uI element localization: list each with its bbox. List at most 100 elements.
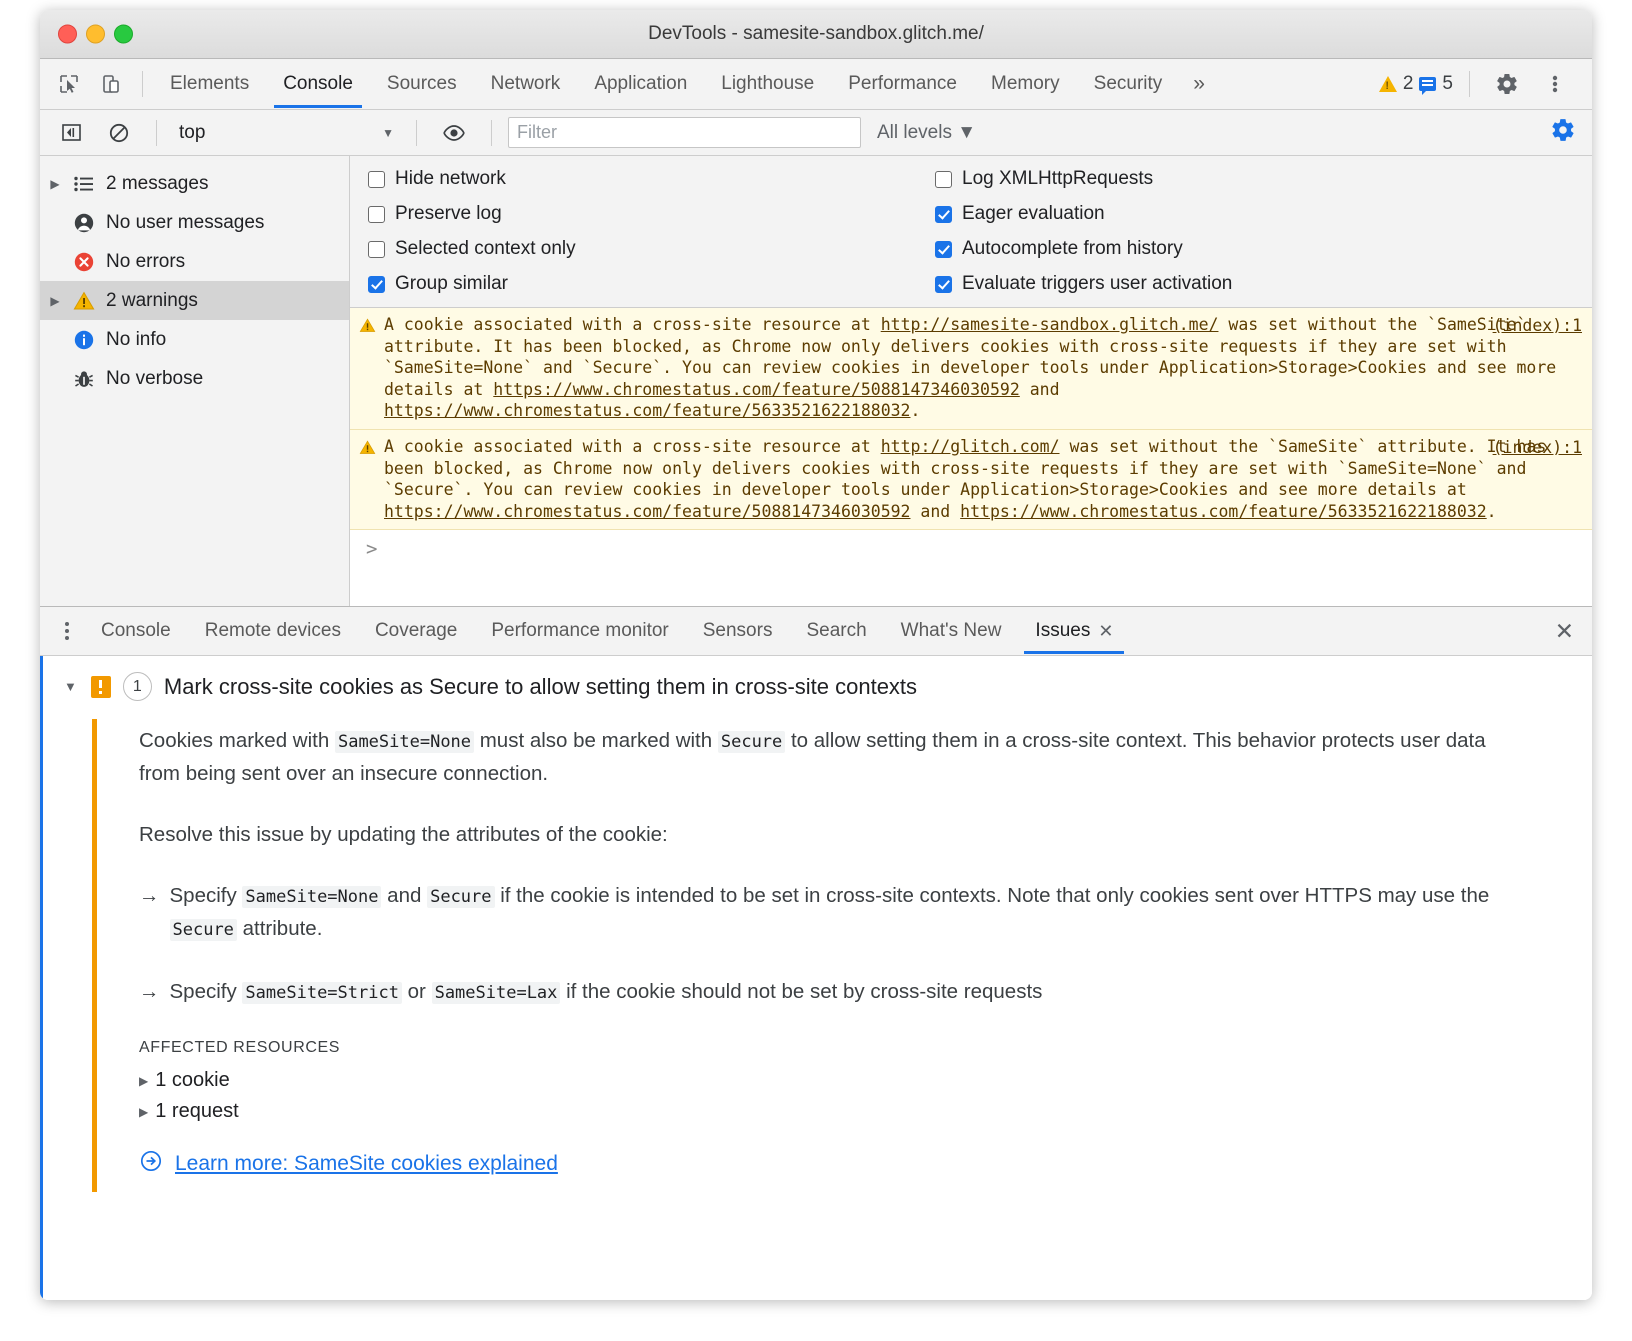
tab-performance[interactable]: Performance — [831, 60, 974, 108]
gear-icon[interactable] — [1486, 64, 1528, 104]
console-message-source-link[interactable]: (index):1 — [1493, 438, 1582, 457]
close-window-button[interactable] — [58, 25, 77, 44]
inline-code: Secure — [718, 731, 785, 753]
text-run: or — [402, 980, 432, 1003]
expand-triangle-icon[interactable]: ▶ — [48, 177, 62, 191]
console-link[interactable]: https://www.chromestatus.com/feature/563… — [384, 401, 911, 420]
close-tab-icon[interactable]: ✕ — [1098, 608, 1113, 654]
maximize-window-button[interactable] — [114, 25, 133, 44]
text-run: attribute. — [237, 917, 322, 940]
sidebar-item-warnings[interactable]: ▶ 2 warnings — [40, 281, 349, 320]
affected-resource-cookie[interactable]: ▶ 1 cookie — [139, 1069, 1592, 1092]
checkbox-box[interactable] — [935, 276, 952, 293]
issue-header[interactable]: ▼ 1 Mark cross-site cookies as Secure to… — [40, 672, 1592, 701]
filterbar-divider-1 — [156, 120, 157, 146]
console-link[interactable]: https://www.chromestatus.com/feature/563… — [960, 502, 1487, 521]
console-prompt[interactable]: > — [350, 530, 1592, 560]
tab-elements[interactable]: Elements — [153, 60, 266, 108]
tab-console[interactable]: Console — [266, 60, 370, 108]
external-link-circle-icon — [139, 1149, 163, 1178]
checkbox-selected-context-only[interactable]: Selected context only — [368, 238, 935, 260]
device-toolbar-icon[interactable] — [90, 64, 132, 104]
affected-resource-request[interactable]: ▶ 1 request — [139, 1100, 1592, 1123]
drawer-tab-console[interactable]: Console — [84, 608, 188, 654]
inline-code: Secure — [427, 886, 494, 908]
sidebar-item-errors[interactable]: ▶ No errors — [40, 242, 349, 281]
warning-icon — [72, 291, 96, 311]
learn-more-link[interactable]: Learn more: SameSite cookies explained — [139, 1149, 1592, 1178]
checkbox-log-xmlhttprequests[interactable]: Log XMLHttpRequests — [935, 168, 1232, 190]
checkbox-box[interactable] — [935, 241, 952, 258]
checkbox-eager-evaluation[interactable]: Eager evaluation — [935, 203, 1232, 225]
title-bar: DevTools - samesite-sandbox.glitch.me/ — [40, 10, 1592, 59]
checkbox-box[interactable] — [368, 241, 385, 258]
inspect-cursor-icon[interactable] — [48, 64, 90, 104]
checkbox-box[interactable] — [368, 276, 385, 293]
checkbox-box[interactable] — [368, 206, 385, 223]
sidebar-item-info[interactable]: ▶ No info — [40, 320, 349, 359]
issue-bullet-2-text: Specify SameSite=Strict or SameSite=Lax … — [170, 976, 1043, 1009]
checkbox-group-similar[interactable]: Group similar — [368, 273, 935, 295]
drawer-tab-issues[interactable]: Issues ✕ — [1018, 608, 1130, 654]
bug-icon — [72, 368, 96, 390]
checkbox-box[interactable] — [935, 206, 952, 223]
checkbox-box[interactable] — [368, 171, 385, 188]
sidebar-item-user-messages[interactable]: ▶ No user messages — [40, 203, 349, 242]
more-tabs-chevron-icon[interactable]: » — [1179, 72, 1219, 96]
checkbox-hide-network[interactable]: Hide network — [368, 168, 935, 190]
drawer-tab-performance-monitor[interactable]: Performance monitor — [474, 608, 685, 654]
drawer-tab-sensors[interactable]: Sensors — [686, 608, 790, 654]
console-message-source-link[interactable]: (index):1 — [1493, 316, 1582, 335]
clear-console-icon[interactable] — [98, 113, 140, 153]
checkbox-preserve-log[interactable]: Preserve log — [368, 203, 935, 225]
expand-triangle-icon[interactable]: ▶ — [139, 1105, 148, 1119]
chevron-down-icon-levels: ▼ — [957, 122, 976, 143]
console-settings-gear-icon[interactable] — [1550, 117, 1582, 148]
filter-input[interactable]: Filter — [508, 117, 861, 148]
console-message-warning-1[interactable]: A cookie associated with a cross-site re… — [350, 308, 1592, 430]
window-controls[interactable] — [58, 25, 133, 44]
issue-expand-triangle-icon[interactable]: ▼ — [64, 679, 77, 694]
drawer-tab-coverage[interactable]: Coverage — [358, 608, 474, 654]
sidebar-item-label: No info — [106, 329, 166, 351]
tab-memory[interactable]: Memory — [974, 60, 1077, 108]
show-console-sidebar-icon[interactable] — [50, 113, 92, 153]
tab-application[interactable]: Application — [577, 60, 704, 108]
sidebar-item-verbose[interactable]: ▶ No verbose — [40, 359, 349, 398]
issue-paragraph-1: Cookies marked with SameSite=None must a… — [139, 725, 1499, 789]
console-link[interactable]: http://glitch.com/ — [881, 437, 1060, 456]
drawer-tab-remote-devices[interactable]: Remote devices — [188, 608, 358, 654]
kebab-menu-icon[interactable] — [1534, 64, 1576, 104]
checkbox-autocomplete-from-history[interactable]: Autocomplete from history — [935, 238, 1232, 260]
drawer-tab-search[interactable]: Search — [789, 608, 883, 654]
console-text-run: and — [911, 502, 961, 521]
checkbox-box[interactable] — [935, 171, 952, 188]
tab-sources[interactable]: Sources — [370, 60, 474, 108]
minimize-window-button[interactable] — [86, 25, 105, 44]
checkbox-evaluate-triggers-user-activation[interactable]: Evaluate triggers user activation — [935, 273, 1232, 295]
expand-triangle-icon[interactable]: ▶ — [48, 294, 62, 308]
tab-network[interactable]: Network — [474, 60, 578, 108]
console-text-run: A cookie associated with a cross-site re… — [384, 437, 881, 456]
issue-bullet-1-text: Specify SameSite=None and Secure if the … — [170, 880, 1500, 946]
drawer-tab-whats-new[interactable]: What's New — [884, 608, 1019, 654]
sidebar-item-messages[interactable]: ▶ 2 messages — [40, 164, 349, 203]
issue-warning-badge-icon — [91, 676, 111, 698]
warning-icon — [350, 436, 384, 522]
console-message-warning-2[interactable]: A cookie associated with a cross-site re… — [350, 430, 1592, 530]
console-link[interactable]: http://samesite-sandbox.glitch.me/ — [881, 315, 1219, 334]
tab-lighthouse[interactable]: Lighthouse — [704, 60, 831, 108]
message-count-button[interactable]: 5 — [1419, 73, 1453, 95]
console-link[interactable]: https://www.chromestatus.com/feature/508… — [384, 502, 911, 521]
drawer-menu-icon[interactable] — [50, 622, 84, 640]
expand-triangle-icon[interactable]: ▶ — [139, 1074, 148, 1088]
inline-code: SameSite=None — [242, 886, 381, 908]
live-expression-icon[interactable] — [433, 113, 475, 153]
tab-security[interactable]: Security — [1077, 60, 1180, 108]
inline-code: SameSite=Strict — [242, 982, 402, 1004]
execution-context-selector[interactable]: top ▼ — [173, 118, 400, 148]
log-level-selector[interactable]: All levels ▼ — [867, 122, 986, 144]
warning-count-button[interactable]: 2 — [1379, 73, 1414, 95]
close-drawer-icon[interactable]: ✕ — [1555, 618, 1592, 645]
console-link[interactable]: https://www.chromestatus.com/feature/508… — [493, 380, 1020, 399]
